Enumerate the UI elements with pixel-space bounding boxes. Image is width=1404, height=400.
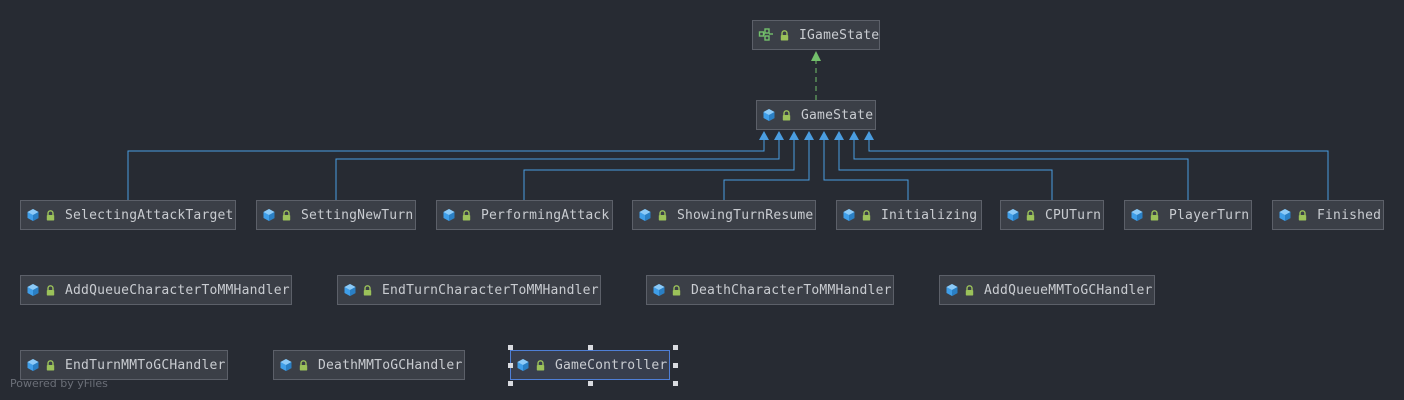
inheritance-arrowhead — [789, 131, 799, 140]
lock-icon — [658, 209, 668, 221]
node-label: PlayerTurn — [1169, 207, 1250, 223]
inheritance-arrowhead — [759, 131, 769, 140]
selection-handle[interactable] — [508, 345, 513, 350]
inheritance-arrowhead — [834, 131, 844, 140]
node-label: AddQueueCharacterToMMHandler — [65, 282, 290, 298]
node-label: PerformingAttack — [481, 207, 610, 223]
lock-icon — [1026, 209, 1036, 221]
node-label: DeathCharacterToMMHandler — [691, 282, 892, 298]
watermark: Powered by yFiles — [10, 377, 108, 390]
class-icon — [26, 358, 40, 372]
realization-arrowhead — [811, 51, 821, 61]
lock-icon — [282, 209, 292, 221]
node-label: SettingNewTurn — [301, 207, 414, 223]
class-icon — [1278, 208, 1292, 222]
selection-handle[interactable] — [673, 345, 678, 350]
selection-handle[interactable] — [673, 381, 678, 386]
selection-handle[interactable] — [508, 363, 513, 368]
inheritance-arrowhead — [849, 131, 859, 140]
node-label: GameController — [555, 357, 668, 373]
node-label: Initializing — [881, 207, 978, 223]
lock-icon — [363, 284, 373, 296]
class-icon — [442, 208, 456, 222]
lock-icon — [1298, 209, 1308, 221]
class-icon — [26, 208, 40, 222]
class-icon — [762, 108, 776, 122]
class-icon — [638, 208, 652, 222]
node-label: EndTurnCharacterToMMHandler — [382, 282, 599, 298]
node-addqueuecharactertommhandler[interactable]: AddQueueCharacterToMMHandler — [20, 275, 292, 305]
lock-icon — [782, 109, 792, 121]
selection-handle[interactable] — [588, 345, 593, 350]
inheritance-arrowhead — [819, 131, 829, 140]
node-deathmmtogchandler[interactable]: DeathMMToGCHandler — [273, 350, 465, 380]
node-finished[interactable]: Finished — [1272, 200, 1384, 230]
class-icon — [1006, 208, 1020, 222]
inheritance-arrowhead — [774, 131, 784, 140]
inheritance-arrowhead — [804, 131, 814, 140]
node-label: EndTurnMMToGCHandler — [65, 357, 226, 373]
class-icon — [516, 358, 530, 372]
node-label: AddQueueMMToGCHandler — [984, 282, 1153, 298]
lock-icon — [672, 284, 682, 296]
node-settingnewturn[interactable]: SettingNewTurn — [256, 200, 416, 230]
lock-icon — [1150, 209, 1160, 221]
class-icon — [262, 208, 276, 222]
lock-icon — [462, 209, 472, 221]
lock-icon — [46, 209, 56, 221]
edges-layer — [127, 51, 1329, 200]
node-label: Finished — [1317, 207, 1382, 223]
selection-handle[interactable] — [673, 363, 678, 368]
node-label: ShowingTurnResume — [677, 207, 814, 223]
node-igamestate[interactable]: IGameState — [752, 20, 880, 50]
lock-icon — [46, 284, 56, 296]
node-showingturnresume[interactable]: ShowingTurnResume — [632, 200, 816, 230]
node-label: GameState — [801, 107, 874, 123]
inheritance-edge-cputurn[interactable] — [838, 140, 1053, 200]
node-endturnmmtogchandler[interactable]: EndTurnMMToGCHandler — [20, 350, 228, 380]
node-label: CPUTurn — [1045, 207, 1102, 223]
node-initializing[interactable]: Initializing — [836, 200, 982, 230]
node-gamecontroller[interactable]: GameController — [510, 350, 670, 380]
class-icon — [945, 283, 959, 297]
class-icon — [652, 283, 666, 297]
node-endturncharactertommhandler[interactable]: EndTurnCharacterToMMHandler — [337, 275, 601, 305]
node-label: DeathMMToGCHandler — [318, 357, 463, 373]
inheritance-edge-performingattack[interactable] — [523, 140, 795, 200]
lock-icon — [299, 359, 309, 371]
interface-icon — [758, 28, 774, 42]
class-icon — [842, 208, 856, 222]
class-icon — [279, 358, 293, 372]
node-addqueuemmtogchandler[interactable]: AddQueueMMToGCHandler — [939, 275, 1155, 305]
selection-handle[interactable] — [508, 381, 513, 386]
selection-handle[interactable] — [588, 381, 593, 386]
class-icon — [1130, 208, 1144, 222]
lock-icon — [780, 29, 790, 41]
lock-icon — [965, 284, 975, 296]
node-playerturn[interactable]: PlayerTurn — [1124, 200, 1252, 230]
node-selectingattacktarget[interactable]: SelectingAttackTarget — [20, 200, 236, 230]
node-label: SelectingAttackTarget — [65, 207, 234, 223]
node-deathcharactertommhandler[interactable]: DeathCharacterToMMHandler — [646, 275, 894, 305]
node-label: IGameState — [799, 27, 880, 43]
class-icon — [343, 283, 357, 297]
lock-icon — [46, 359, 56, 371]
lock-icon — [862, 209, 872, 221]
inheritance-arrowhead — [864, 131, 874, 140]
lock-icon — [536, 359, 546, 371]
node-gamestate[interactable]: GameState — [756, 100, 876, 130]
node-cputurn[interactable]: CPUTurn — [1000, 200, 1104, 230]
node-performingattack[interactable]: PerformingAttack — [436, 200, 613, 230]
class-icon — [26, 283, 40, 297]
